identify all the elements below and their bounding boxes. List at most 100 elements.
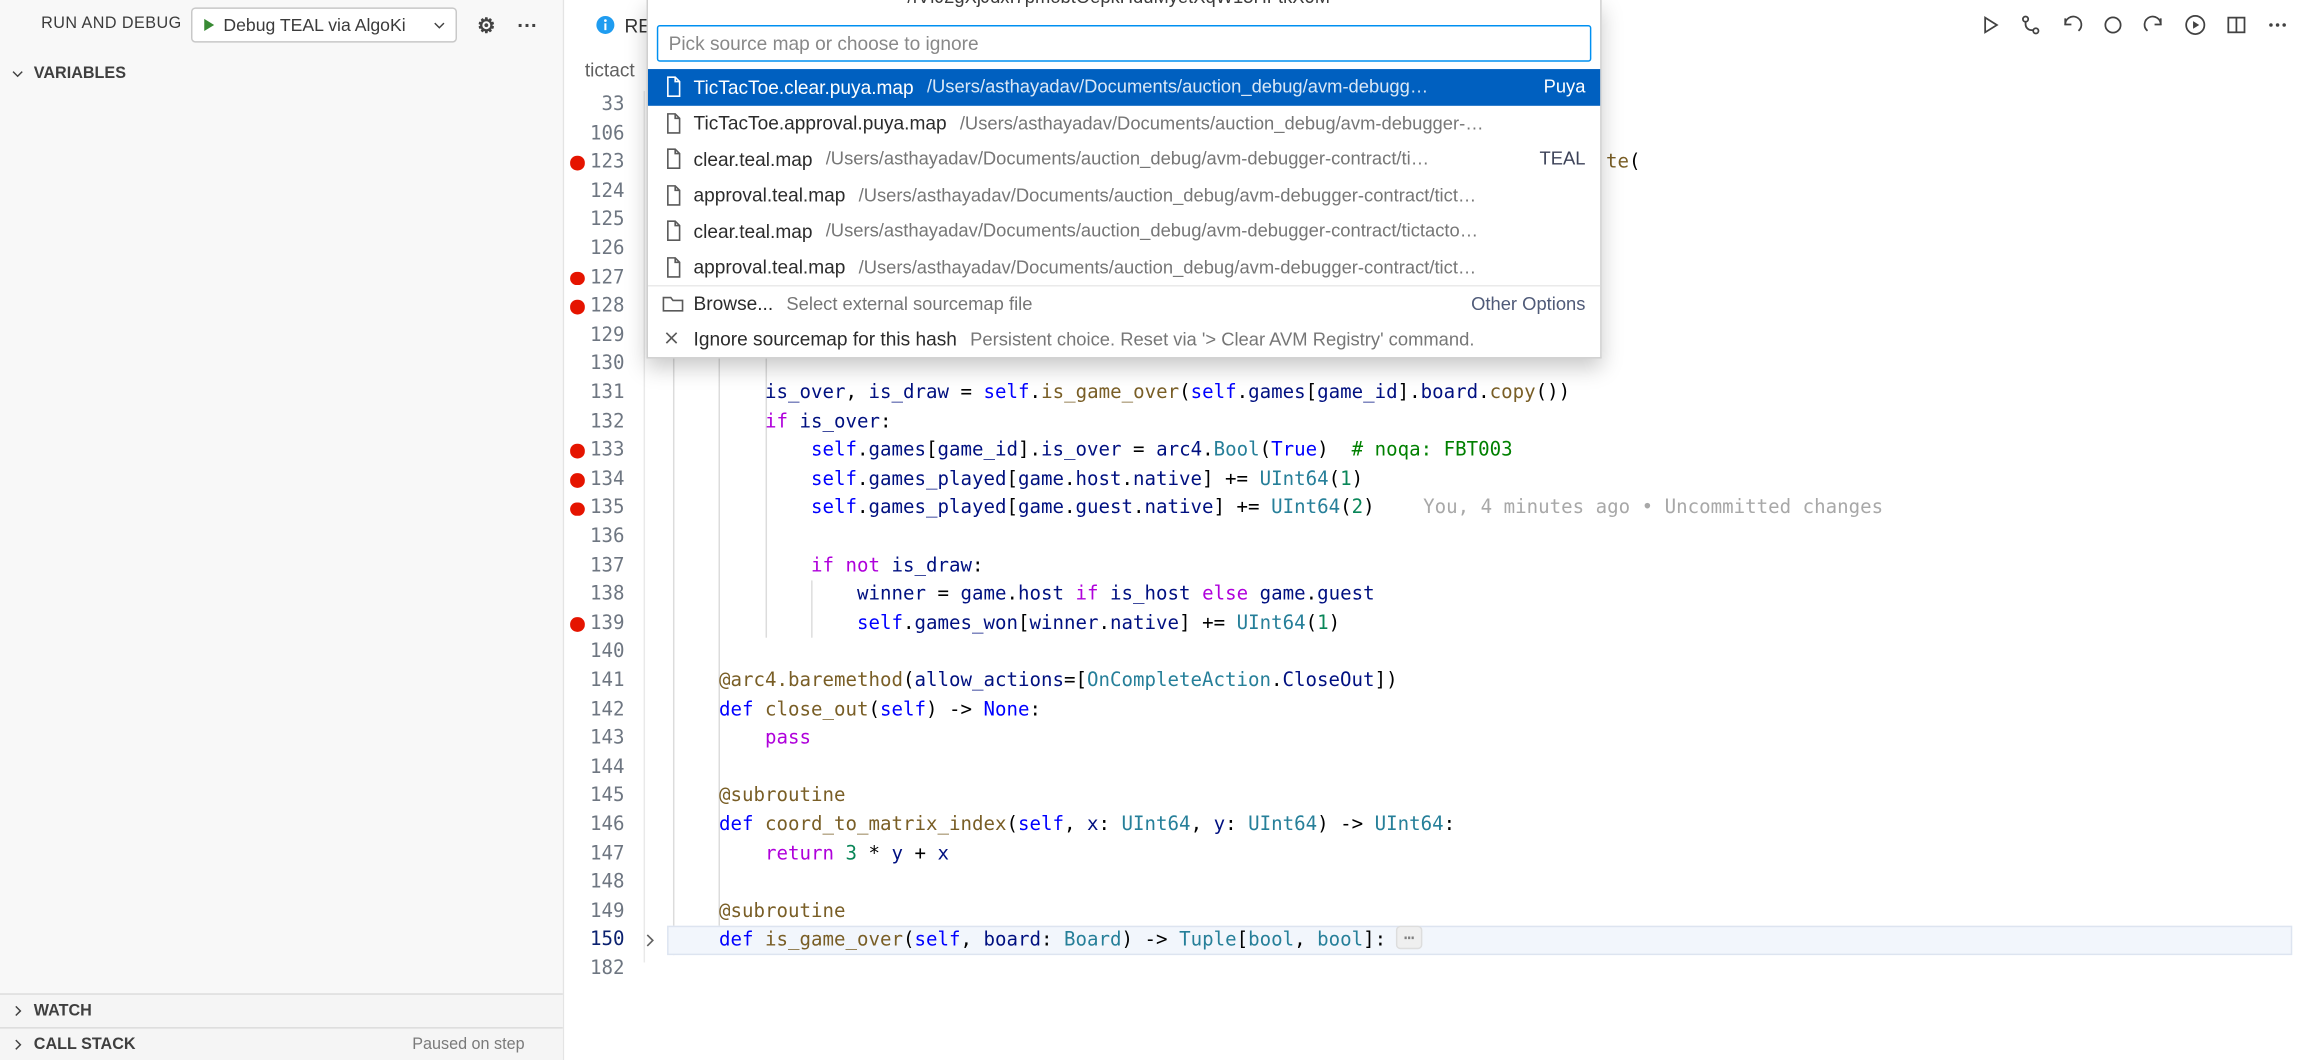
quickpick-title: /fVfJ2gXjJdxI7pmobtOepkHduMyetXqW15HFtkX… [648,0,1600,15]
line-number[interactable]: 145 [564,782,624,811]
line-number[interactable]: 182 [564,955,624,984]
sourcemap-quickpick: /fVfJ2gXjJdxI7pmobtOepkHduMyetXqW15HFtkX… [647,0,1602,359]
code-text: @subroutine [673,782,846,811]
code-line-147: 147 return 3 * y + x [564,840,2304,869]
line-number[interactable]: 143 [564,725,624,754]
close-icon [661,327,685,351]
line-number[interactable]: 144 [564,753,624,782]
start-debug-icon[interactable] [200,16,218,34]
quickpick-item[interactable]: TicTacToe.approval.puya.map/Users/asthay… [648,105,1600,141]
call-stack-section-header[interactable]: CALL STACK Paused on step [0,1027,563,1060]
file-icon [661,183,685,207]
source-graph-icon[interactable] [2017,12,2042,37]
tab-file-icon [595,15,616,36]
breadcrumb[interactable]: tictact [585,59,635,81]
item-type-badge: Puya [1526,77,1586,98]
run-icon[interactable] [1976,12,2001,37]
line-number[interactable]: 134 [564,465,624,494]
item-label: Browse... [694,293,774,315]
vscode-window: RUN AND DEBUG Debug TEAL via AlgoKi ⚙ ··… [0,0,2304,1060]
code-line-145: 145 @subroutine [564,782,2304,811]
line-number[interactable]: 137 [564,552,624,581]
line-number[interactable]: 147 [564,840,624,869]
debug-config-label: Debug TEAL via AlgoKi [223,15,424,36]
code-line-133: 133 self.games[game_id].is_over = arc4.B… [564,437,2304,466]
line-number[interactable]: 124 [564,177,624,206]
sourcemap-search-input[interactable] [657,25,1592,62]
more-actions-icon[interactable] [2264,12,2289,37]
quickpick-item[interactable]: approval.teal.map/Users/asthayadav/Docum… [648,249,1600,285]
item-label: TicTacToe.clear.puya.map [694,76,914,98]
line-number[interactable]: 128 [564,293,624,322]
code-text: def close_out(self) -> None: [673,696,1041,725]
line-number[interactable]: 149 [564,897,624,926]
code-line-148: 148 [564,869,2304,898]
line-number[interactable]: 126 [564,235,624,264]
quickpick-item[interactable]: approval.teal.map/Users/asthayadav/Docum… [648,177,1600,213]
line-number[interactable]: 150 [564,926,624,955]
gear-icon[interactable]: ⚙ [470,10,502,39]
split-editor-icon[interactable] [2223,12,2248,37]
item-label: TicTacToe.approval.puya.map [694,112,947,134]
file-icon [661,255,685,279]
item-description: Select external sourcemap file [786,294,1032,315]
line-number[interactable]: 141 [564,667,624,696]
step-back-icon[interactable] [2059,12,2084,37]
line-number[interactable]: 140 [564,638,624,667]
line-number[interactable]: 146 [564,811,624,840]
chevron-right-icon [9,1036,27,1054]
item-description: /Users/asthayadav/Documents/auction_debu… [960,113,1484,134]
step-forward-icon[interactable] [2141,12,2166,37]
sidebar-more-actions-icon[interactable]: ··· [511,10,543,39]
quickpick-item[interactable]: TicTacToe.clear.puya.map/Users/asthayada… [648,69,1600,105]
watch-section-header[interactable]: WATCH [0,993,563,1027]
item-description: /Users/asthayadav/Documents/auction_debu… [927,77,1428,98]
item-label: approval.teal.map [694,184,846,206]
code-text: def is_game_over(self, board: Board) -> … [673,926,1422,956]
debug-config-dropdown[interactable]: Debug TEAL via AlgoKi [191,7,457,42]
line-number[interactable]: 138 [564,581,624,610]
line-number[interactable]: 33 [564,91,624,120]
line-number[interactable]: 106 [564,120,624,149]
record-icon[interactable] [2100,12,2125,37]
line-number[interactable]: 127 [564,264,624,293]
file-icon [661,75,685,99]
line-number[interactable]: 132 [564,408,624,437]
line-number[interactable]: 139 [564,609,624,638]
line-number[interactable]: 135 [564,494,624,523]
sidebar-title: RUN AND DEBUG [41,15,181,33]
line-number[interactable]: 136 [564,523,624,552]
code-line-139: 139 self.games_won[winner.native] += UIn… [564,609,2304,638]
quickpick-item[interactable]: clear.teal.map/Users/asthayadav/Document… [648,141,1600,177]
fold-chevron-icon[interactable] [641,931,659,949]
line-number[interactable]: 142 [564,696,624,725]
line-number[interactable]: 123 [564,149,624,178]
quickpick-group-label: Other Options [1453,294,1585,315]
line-number[interactable]: 148 [564,869,624,898]
folded-code-ellipsis[interactable]: ⋯ [1396,926,1421,950]
line-number[interactable]: 131 [564,379,624,408]
item-label: approval.teal.map [694,256,846,278]
git-blame-annotation: You, 4 minutes ago • Uncommitted changes [1423,497,1883,519]
code-line-136: 136 [564,523,2304,552]
code-text: if is_over: [673,408,892,437]
code-line-149: 149 @subroutine [564,897,2304,926]
item-description: Persistent choice. Reset via '> Clear AV… [970,329,1474,350]
call-stack-label: CALL STACK [34,1036,136,1054]
chevron-right-icon [9,1002,27,1020]
quickpick-item[interactable]: Browse... Select external sourcemap file O… [648,285,1600,321]
code-line-135: 135 self.games_played[game.guest.native]… [564,494,2304,523]
run-circle-icon[interactable] [2182,12,2207,37]
variables-section-header[interactable]: VARIABLES [0,56,563,91]
line-number[interactable]: 133 [564,437,624,466]
quickpick-item[interactable]: clear.teal.map/Users/asthayadav/Document… [648,213,1600,249]
code-text: if not is_draw: [673,552,984,581]
item-description: /Users/asthayadav/Documents/auction_debu… [859,185,1477,206]
quickpick-item[interactable]: Ignore sourcemap for this hashPersistent… [648,321,1600,357]
line-number[interactable]: 125 [564,206,624,235]
code-line-142: 142 def close_out(self) -> None: [564,696,2304,725]
line-number[interactable]: 129 [564,321,624,350]
call-stack-status: Paused on step [412,1036,524,1054]
line-number[interactable]: 130 [564,350,624,379]
chevron-down-icon [9,65,27,83]
